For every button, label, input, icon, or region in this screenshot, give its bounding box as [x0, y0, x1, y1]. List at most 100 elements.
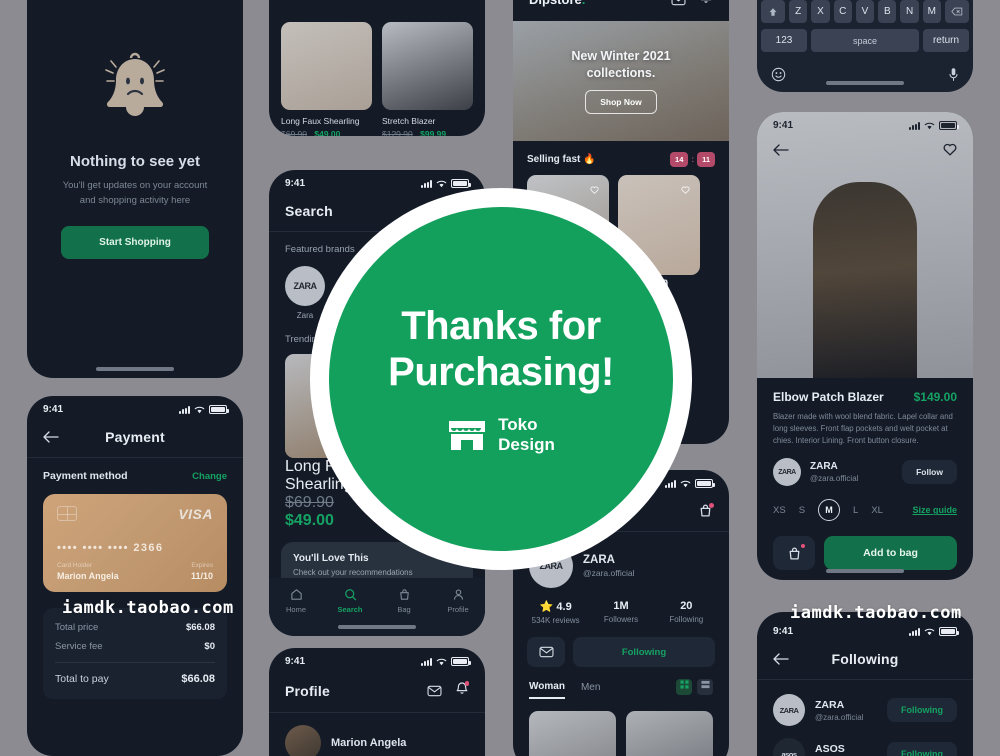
phone-product-detail: 9:41 Elbow Patch Blazer $149.00 Blazer m… — [757, 112, 973, 580]
key-v[interactable]: V — [855, 0, 875, 23]
list-item[interactable]: asos ASOS @asos.official Following — [757, 726, 973, 756]
product-image[interactable] — [626, 711, 713, 756]
product-hero-image: 9:41 — [757, 112, 973, 378]
timer-minutes: 14 — [670, 152, 689, 167]
key-numeric[interactable]: 123 — [761, 29, 807, 52]
heart-icon[interactable] — [678, 182, 693, 197]
tab-woman[interactable]: Woman — [529, 681, 565, 699]
person-icon — [453, 589, 463, 600]
follow-button[interactable]: Follow — [902, 460, 957, 485]
emoji-icon[interactable] — [771, 67, 786, 82]
tab-home[interactable]: Home — [269, 588, 323, 614]
logo-line1: Toko — [498, 415, 538, 435]
bag-button[interactable] — [773, 536, 815, 571]
product-image[interactable] — [529, 711, 616, 756]
brand-identity: ZARA @zara.official — [810, 461, 858, 483]
status-bar: 9:41 — [27, 396, 243, 419]
product-description: Blazer made with wool blend fabric. Lape… — [773, 412, 953, 446]
list-view-icon[interactable] — [697, 679, 713, 695]
tab-search[interactable]: Search — [323, 588, 377, 614]
size-option-l[interactable]: L — [853, 505, 858, 516]
backspace-icon[interactable] — [944, 0, 969, 23]
phone-product-grid: Long Faux Shearling $69.90 $49.00 Stretc… — [269, 0, 485, 136]
key-n[interactable]: N — [900, 0, 919, 23]
start-shopping-button[interactable]: Start Shopping — [61, 225, 209, 259]
following-button[interactable]: Following — [887, 742, 957, 756]
page-title: Payment — [105, 429, 165, 445]
card-number: •••• •••• •••• 2366 — [57, 542, 164, 554]
brand-identity: ASOS @asos.official — [815, 743, 865, 756]
credit-card[interactable]: VISA •••• •••• •••• 2366 Card Holder Mar… — [43, 494, 227, 592]
key-x[interactable]: X — [811, 0, 830, 23]
shop-now-button[interactable]: Shop Now — [585, 89, 657, 114]
countdown-timer: 14 : 11 — [670, 152, 715, 167]
phone-keyboard: Z X C V B N M 123 space return — [757, 0, 973, 92]
grid-view-icon[interactable] — [676, 679, 692, 695]
key-b[interactable]: B — [878, 0, 897, 23]
following-button[interactable]: Following — [887, 698, 957, 722]
change-payment-link[interactable]: Change — [192, 471, 227, 482]
brand-stats: ⭐ 4.9 534K reviews 1M Followers 20 Follo… — [513, 588, 729, 629]
thanks-title: Thanks for Purchasing! — [388, 303, 614, 395]
total-price-value: $66.08 — [185, 622, 215, 633]
mail-icon[interactable] — [427, 685, 442, 697]
hero-banner[interactable]: New Winter 2021 collections. Shop Now — [513, 21, 729, 141]
stat-label: Followers — [603, 615, 639, 624]
selling-fast-label: Selling fast 🔥 — [527, 154, 596, 165]
brand-logo: ZARA — [773, 694, 805, 726]
price-old: $129.90 — [382, 129, 413, 136]
keyboard-row-letters: Z X C V B N M — [761, 0, 969, 23]
mail-icon[interactable] — [671, 0, 686, 6]
key-z[interactable]: Z — [789, 0, 808, 23]
bag-icon — [789, 547, 799, 560]
payment-method-label: Payment method — [43, 470, 128, 482]
profile-user-row[interactable]: Marion Angela — [269, 713, 485, 756]
sad-bell-icon — [105, 53, 165, 117]
bell-icon-wrap[interactable] — [455, 681, 469, 700]
size-option-xl[interactable]: XL — [871, 505, 883, 516]
home-indicator — [96, 367, 174, 371]
brand-logo: ZARA — [773, 458, 801, 487]
arrow-left-icon[interactable] — [773, 143, 789, 156]
list-item[interactable]: ZARA ZARA @zara.official Following — [757, 680, 973, 726]
product-card[interactable]: Stretch Blazer $129.90 $99.99 — [382, 22, 473, 136]
hero-title: New Winter 2021 collections. — [571, 48, 670, 81]
arrow-left-icon[interactable] — [43, 431, 59, 443]
add-to-bag-button[interactable]: Add to bag — [824, 536, 957, 571]
home-indicator — [826, 81, 904, 85]
size-option-s[interactable]: S — [799, 505, 805, 516]
brand-item-zara[interactable]: ZARA Zara — [285, 266, 325, 320]
tab-label: Search — [337, 605, 363, 614]
brand-identity: ZARA @zara.official — [815, 699, 863, 722]
timer-seconds: 11 — [697, 152, 715, 167]
bag-icon-wrap[interactable] — [698, 503, 714, 523]
arrow-left-icon[interactable] — [773, 653, 789, 665]
size-option-m[interactable]: M — [818, 499, 841, 522]
mail-icon — [538, 646, 554, 658]
heart-icon[interactable] — [943, 143, 957, 156]
phone-following: 9:41 Following ZARA ZARA @zara.official … — [757, 612, 973, 756]
hero-line-2: collections. — [586, 65, 656, 80]
status-icons — [665, 479, 715, 488]
message-button[interactable] — [527, 637, 565, 667]
following-button[interactable]: Following — [573, 637, 715, 667]
size-option-xs[interactable]: XS — [773, 505, 786, 516]
following-navbar: Following — [757, 641, 973, 679]
product-card[interactable]: Long Faux Shearling $69.90 $49.00 — [281, 22, 372, 136]
home-indicator — [338, 625, 416, 629]
size-guide-link[interactable]: Size guide — [912, 505, 957, 515]
microphone-icon[interactable] — [948, 67, 959, 82]
product-brand-row[interactable]: ZARA ZARA @zara.official Follow — [773, 458, 957, 487]
key-c[interactable]: C — [833, 0, 852, 23]
tab-men[interactable]: Men — [581, 682, 600, 698]
heart-icon[interactable] — [587, 182, 602, 197]
key-m[interactable]: M — [922, 0, 941, 23]
empty-state-title: Nothing to see yet — [69, 153, 200, 171]
tab-bag[interactable]: Bag — [377, 588, 431, 614]
tab-profile[interactable]: Profile — [431, 588, 485, 614]
key-return[interactable]: return — [923, 29, 969, 52]
shift-icon[interactable] — [761, 0, 786, 23]
bell-icon-wrap[interactable] — [699, 0, 713, 9]
phone-empty-state: Nothing to see yet You'll get updates on… — [27, 0, 243, 378]
key-space[interactable]: space — [811, 29, 919, 52]
